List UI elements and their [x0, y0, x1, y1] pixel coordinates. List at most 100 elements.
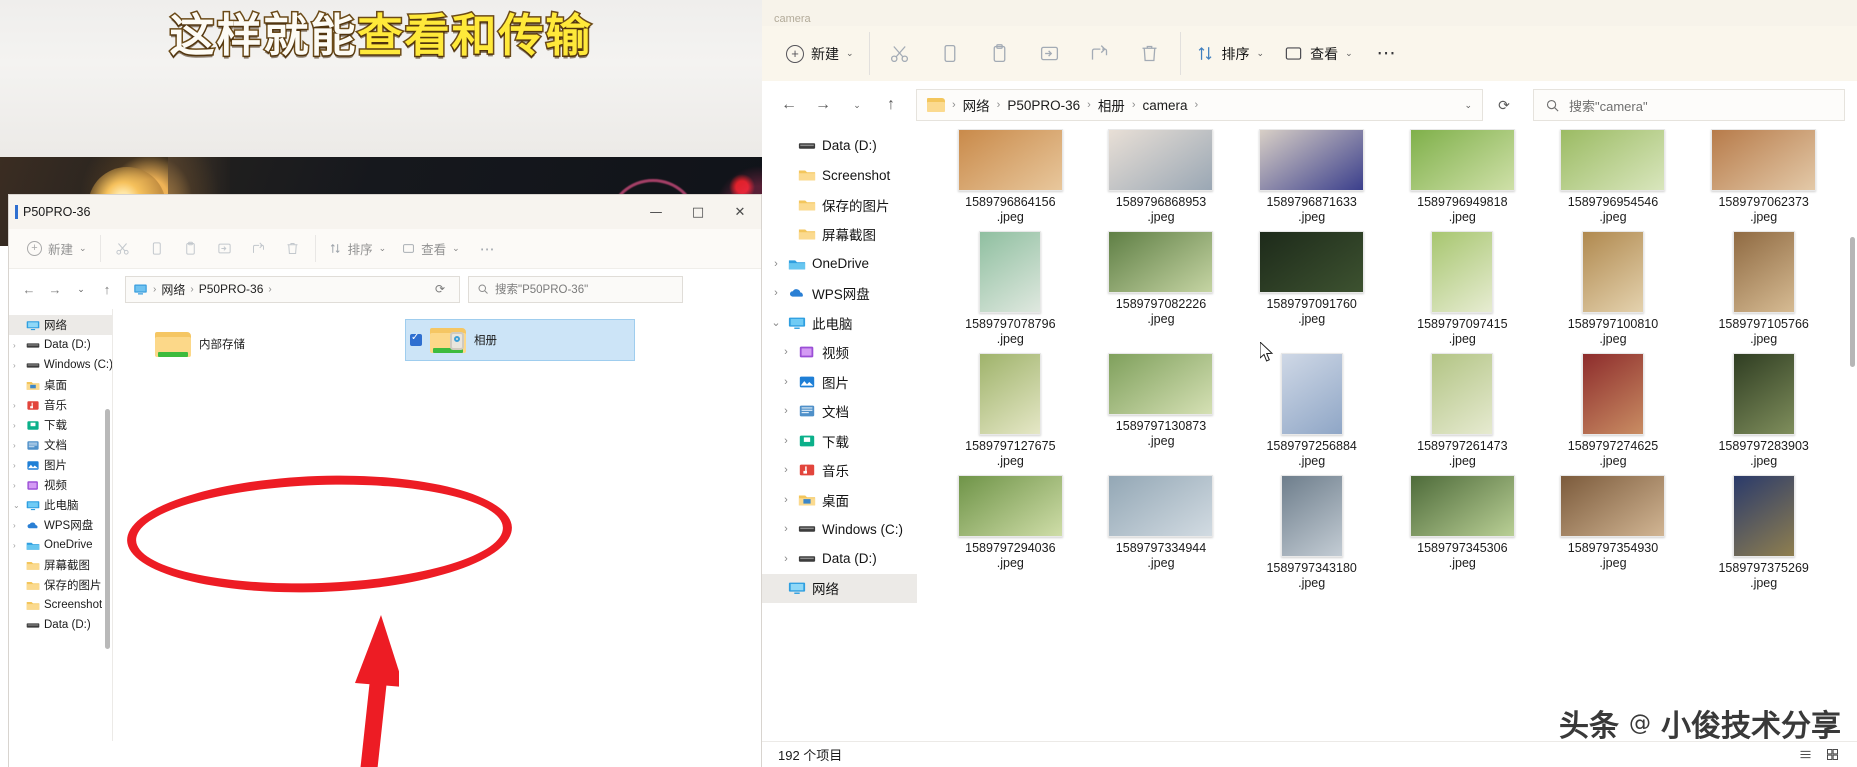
nav-item-4[interactable]: › OneDrive [762, 249, 917, 279]
more-options-button[interactable]: ⋯ [468, 240, 508, 258]
more-options-button[interactable]: ⋯ [1363, 42, 1412, 65]
up-button[interactable]: ↑ [876, 90, 906, 120]
view-button[interactable]: 查看 ⌄ [1274, 38, 1363, 70]
nav-expander-icon[interactable]: ⌄ [770, 316, 782, 329]
file-tile[interactable]: 1589796868953 .jpeg [1086, 129, 1237, 225]
left-tab-label[interactable]: P50PRO-36 [23, 205, 90, 219]
nav-expander-icon[interactable]: › [770, 258, 782, 270]
file-tile[interactable]: 1589797130873 .jpeg [1086, 353, 1237, 469]
nav-expander-icon[interactable]: › [780, 435, 792, 447]
view-button[interactable]: 查看 ⌄ [394, 235, 468, 262]
file-tile[interactable]: 1589796871633 .jpeg [1236, 129, 1387, 225]
up-button[interactable]: ↑ [95, 276, 119, 302]
sort-button[interactable]: 排序 ⌄ [321, 235, 395, 262]
file-tile[interactable]: 1589797097415 .jpeg [1387, 231, 1538, 347]
cut-button[interactable] [106, 235, 140, 263]
nav-expander-icon[interactable]: › [13, 361, 22, 370]
nav-item-14[interactable]: › Data (D:) [762, 544, 917, 574]
nav-item-7[interactable]: › 视频 [762, 338, 917, 368]
back-button[interactable]: ← [17, 276, 41, 302]
nav-expander-icon[interactable]: › [13, 521, 22, 530]
rename-button[interactable] [208, 235, 242, 263]
minimize-button[interactable]: — [635, 205, 677, 220]
file-tile[interactable]: 1589797283903 .jpeg [1688, 353, 1839, 469]
rename-button[interactable] [1025, 37, 1075, 71]
share-button[interactable] [242, 235, 276, 263]
file-checkbox[interactable] [410, 332, 422, 346]
file-tile[interactable]: 1589796864156 .jpeg [935, 129, 1086, 225]
refresh-button[interactable]: ⟳ [1487, 97, 1521, 114]
file-tile[interactable]: 1589797261473 .jpeg [1387, 353, 1538, 469]
delete-button[interactable] [1125, 37, 1175, 71]
breadcrumb-item-2[interactable]: 相册 [1098, 95, 1125, 115]
nav-item-9[interactable]: › 文档 [762, 397, 917, 427]
file-tile[interactable]: 1589796949818 .jpeg [1387, 129, 1538, 225]
nav-item-5[interactable]: › WPS网盘 [9, 515, 112, 535]
nav-expander-icon[interactable]: › [780, 464, 792, 476]
nav-item-14[interactable]: › Data (D:) [9, 335, 112, 355]
breadcrumb-item-0[interactable]: 网络 [963, 95, 990, 115]
nav-item-5[interactable]: › WPS网盘 [762, 279, 917, 309]
file-tile[interactable]: 1589797345306 .jpeg [1387, 475, 1538, 591]
file-tile[interactable]: 1589797334944 .jpeg [1086, 475, 1237, 591]
nav-expander-icon[interactable]: › [780, 346, 792, 358]
nav-item-1[interactable]: Screenshot [762, 161, 917, 191]
breadcrumb[interactable]: › 网络 › P50PRO-36 › 相册 › camera › ⌄ [916, 89, 1483, 121]
recent-locations-button[interactable]: ⌄ [842, 90, 872, 120]
file-tile[interactable]: 1589797354930 .jpeg [1538, 475, 1689, 591]
close-button[interactable]: ✕ [719, 205, 761, 220]
back-button[interactable]: ← [774, 90, 804, 120]
nav-item-3[interactable]: 屏幕截图 [9, 555, 112, 575]
nav-item-2[interactable]: 保存的图片 [9, 575, 112, 595]
nav-item-13[interactable]: › Windows (C:) [762, 515, 917, 545]
breadcrumb-item-3[interactable]: camera [1142, 98, 1187, 113]
nav-item-11[interactable]: › 音乐 [9, 395, 112, 415]
delete-button[interactable] [276, 235, 310, 263]
nav-item-12[interactable]: 桌面 [9, 375, 112, 395]
nav-item-6[interactable]: ⌄ 此电脑 [762, 308, 917, 338]
nav-item-10[interactable]: › 下载 [762, 426, 917, 456]
nav-item-1[interactable]: Screenshot [9, 595, 112, 615]
file-tile[interactable]: 1589797274625 .jpeg [1538, 353, 1689, 469]
file-tile[interactable]: 1589797062373 .jpeg [1688, 129, 1839, 225]
nav-expander-icon[interactable]: › [13, 541, 22, 550]
new-button[interactable]: + 新建 ⌄ [776, 39, 864, 69]
file-tile[interactable]: 1589797100810 .jpeg [1538, 231, 1689, 347]
breadcrumb[interactable]: › 网络 › P50PRO-36 › ⟳ [125, 275, 460, 303]
grid-view-icon[interactable] [1824, 747, 1841, 762]
nav-expander-icon[interactable]: › [780, 405, 792, 417]
file-tile[interactable]: 1589797078796 .jpeg [935, 231, 1086, 347]
nav-expander-icon[interactable]: ⌄ [13, 501, 22, 510]
nav-item-4[interactable]: › OneDrive [9, 535, 112, 555]
nav-item-13[interactable]: › Windows (C:) [9, 355, 112, 375]
nav-item-9[interactable]: › 文档 [9, 435, 112, 455]
refresh-button[interactable]: ⟳ [428, 282, 452, 296]
forward-button[interactable]: → [43, 276, 67, 302]
maximize-button[interactable]: □ [677, 205, 719, 220]
nav-item-0[interactable]: Data (D:) [762, 131, 917, 161]
nav-item-15[interactable]: 网络 [762, 573, 917, 603]
nav-expander-icon[interactable]: › [13, 441, 22, 450]
new-button[interactable]: + 新建 ⌄ [19, 235, 95, 262]
address-dropdown-icon[interactable]: ⌄ [1464, 100, 1472, 111]
forward-button[interactable]: → [808, 90, 838, 120]
nav-expander-icon[interactable]: › [13, 461, 22, 470]
nav-item-0[interactable]: Data (D:) [9, 615, 112, 635]
file-item[interactable]: 相册 [405, 319, 635, 361]
cut-button[interactable] [875, 37, 925, 71]
nav-item-10[interactable]: › 下载 [9, 415, 112, 435]
file-tile[interactable]: 1589797294036 .jpeg [935, 475, 1086, 591]
file-tile[interactable]: 1589797105766 .jpeg [1688, 231, 1839, 347]
file-tile[interactable]: 1589797343180 .jpeg [1236, 475, 1387, 591]
share-button[interactable] [1075, 37, 1125, 71]
file-tile[interactable]: 1589797082226 .jpeg [1086, 231, 1237, 347]
nav-expander-icon[interactable]: › [780, 494, 792, 506]
nav-item-7[interactable]: › 视频 [9, 475, 112, 495]
file-tile[interactable]: 1589797375269 .jpeg [1688, 475, 1839, 591]
nav-expander-icon[interactable]: › [780, 376, 792, 388]
nav-expander-icon[interactable]: › [13, 341, 22, 350]
right-tab-label[interactable]: camera [774, 13, 811, 26]
nav-item-2[interactable]: 保存的图片 [762, 190, 917, 220]
nav-item-11[interactable]: › 音乐 [762, 456, 917, 486]
nav-item-3[interactable]: 屏幕截图 [762, 220, 917, 250]
